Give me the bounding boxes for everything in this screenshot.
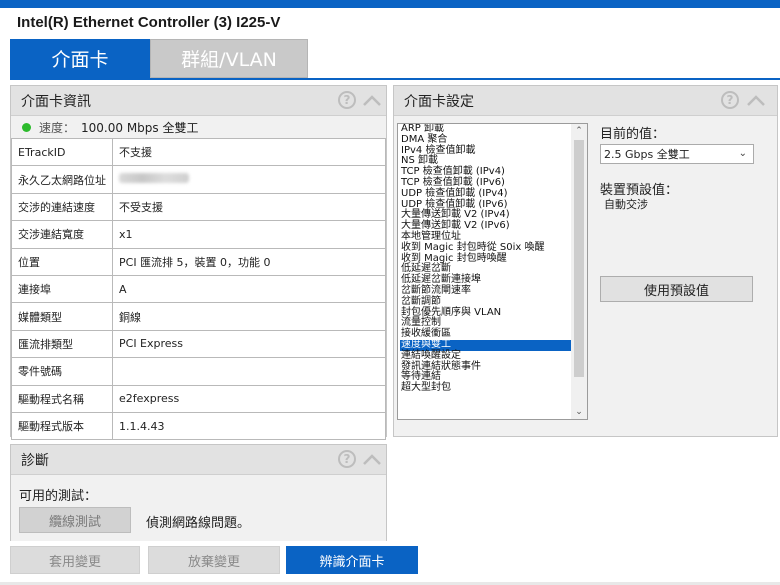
cable-test-description: 偵測網路線問題。 (146, 516, 251, 531)
current-value-text: 2.5 Gbps 全雙工 (604, 148, 690, 161)
use-default-button[interactable]: 使用預設值 (600, 276, 753, 302)
speed-label: 速度： (39, 120, 76, 135)
help-icon[interactable]: ? (721, 91, 739, 109)
chevron-down-icon: ⌄ (738, 148, 747, 159)
link-speed-row: 速度： 100.00 Mbps 全雙工 (11, 116, 386, 138)
available-tests-label: 可用的測試： (19, 489, 98, 504)
apply-changes-button[interactable]: 套用變更 (10, 546, 140, 574)
scrollbar-thumb[interactable] (574, 140, 584, 377)
info-key: 媒體類型 (11, 302, 113, 331)
adapter-info-title: 介面卡資訊 (21, 93, 91, 110)
tab-bar: 介面卡 群組/VLAN (10, 39, 308, 78)
link-status-indicator (22, 122, 31, 132)
redacted-mac-address (119, 173, 189, 184)
discard-changes-button[interactable]: 放棄變更 (148, 546, 280, 574)
info-table-row: 驅動程式名稱 e2fexpress (11, 384, 386, 413)
settings-listbox[interactable]: ARP 卸載 DMA 聚合 IPv4 檢查值卸載 NS 卸載 TCP 檢查值卸載 (IP… (397, 123, 588, 420)
adapter-info-panel: 介面卡資訊 ? 速度： 100.00 Mbps 全雙工 ETrackID 不支援永… (10, 85, 387, 441)
tab-underline (10, 78, 780, 80)
info-value: PCI Express (112, 329, 386, 359)
adapter-info-table: ETrackID 不支援 永久乙太網路位址 交涉的連結速度 不受支援 交涉連結寬度 x1 位置… (11, 137, 386, 441)
info-value: 銅線 (112, 302, 386, 331)
diagnostics-panel: 診斷 ? 可用的測試： 纜線測試 偵測網路線問題。 (10, 444, 387, 545)
help-icon[interactable]: ? (338, 91, 356, 109)
info-key: 位置 (11, 247, 113, 276)
info-value: A (112, 274, 386, 304)
info-value (112, 357, 386, 386)
info-table-row: ETrackID 不支援 (11, 137, 386, 167)
collapse-chevron-icon[interactable] (362, 94, 382, 108)
info-value: 不受支援 (112, 192, 386, 222)
info-table-row: 匯流排類型 PCI Express (11, 329, 386, 359)
info-table-row: 交涉的連結速度 不受支援 (11, 192, 386, 222)
info-key: 零件號碼 (11, 357, 113, 386)
adapter-settings-header: 介面卡設定 ? (394, 86, 777, 116)
collapse-chevron-icon[interactable] (746, 94, 766, 108)
scroll-down-icon[interactable]: ⌄ (574, 407, 584, 417)
identify-adapter-button[interactable]: 辨識介面卡 (286, 546, 418, 574)
info-value: e2fexpress (112, 384, 386, 413)
info-table-row: 媒體類型 銅線 (11, 302, 386, 331)
info-key: 永久乙太網路位址 (11, 165, 113, 194)
info-value: x1 (112, 220, 386, 249)
tab-adapter[interactable]: 介面卡 (10, 39, 150, 78)
cable-test-button[interactable]: 纜線測試 (19, 507, 131, 533)
info-table-row: 零件號碼 (11, 357, 386, 386)
info-key: 交涉連結寬度 (11, 220, 113, 249)
settings-list-item[interactable]: 連結喚醒設定 (400, 350, 572, 362)
default-value: 自動交涉 (604, 198, 648, 211)
info-key: ETrackID (11, 137, 113, 167)
help-icon[interactable]: ? (338, 450, 356, 468)
bottom-action-bar: 套用變更 放棄變更 辨識介面卡 (0, 541, 780, 585)
speed-value: 100.00 Mbps 全雙工 (81, 120, 199, 135)
listbox-scrollbar[interactable]: ⌃ ⌄ (571, 124, 587, 419)
settings-list-item[interactable]: DMA 聚合 (400, 134, 572, 146)
info-table-row: 驅動程式版本 1.1.4.43 (11, 411, 386, 441)
diagnostics-title: 診斷 (21, 452, 49, 469)
diagnostics-header: 診斷 ? (11, 445, 386, 475)
info-value (112, 165, 386, 194)
info-table-row: 位置 PCI 匯流排 5，裝置 0，功能 0 (11, 247, 386, 276)
info-table-row: 永久乙太網路位址 (11, 165, 386, 194)
info-table-row: 連接埠 A (11, 274, 386, 304)
info-key: 驅動程式名稱 (11, 384, 113, 413)
tab-teaming-vlan[interactable]: 群組/VLAN (150, 39, 308, 78)
settings-list-item[interactable]: 收到 Magic 封包時從 S0ix 喚醒 (400, 242, 572, 254)
adapter-settings-title: 介面卡設定 (404, 93, 474, 110)
info-key: 匯流排類型 (11, 329, 113, 359)
settings-list-item[interactable]: 超大型封包 (400, 382, 572, 394)
settings-list-item[interactable]: 岔斷調節 (400, 296, 572, 308)
adapter-info-header: 介面卡資訊 ? (11, 86, 386, 116)
info-key: 交涉的連結速度 (11, 192, 113, 222)
info-table-row: 交涉連結寬度 x1 (11, 220, 386, 249)
app-title: Intel(R) Ethernet Controller (3) I225-V (17, 14, 281, 31)
info-key: 驅動程式版本 (11, 411, 113, 441)
current-value-label: 目前的值： (600, 127, 666, 142)
adapter-settings-panel: 介面卡設定 ? ARP 卸載 DMA 聚合 IPv4 檢查值卸載 NS 卸載 TCP 檢… (393, 85, 778, 437)
window-top-accent (0, 0, 780, 8)
info-value: 1.1.4.43 (112, 411, 386, 441)
scroll-up-icon[interactable]: ⌃ (574, 126, 584, 136)
settings-list: ARP 卸載 DMA 聚合 IPv4 檢查值卸載 NS 卸載 TCP 檢查值卸載 (IP… (400, 124, 572, 394)
settings-list-item[interactable]: UDP 檢查值卸載 (IPv4) (400, 188, 572, 200)
info-value: PCI 匯流排 5，裝置 0，功能 0 (112, 247, 386, 276)
info-key: 連接埠 (11, 274, 113, 304)
collapse-chevron-icon[interactable] (362, 453, 382, 467)
info-value: 不支援 (112, 137, 386, 167)
current-value-dropdown[interactable]: 2.5 Gbps 全雙工 ⌄ (600, 144, 754, 164)
